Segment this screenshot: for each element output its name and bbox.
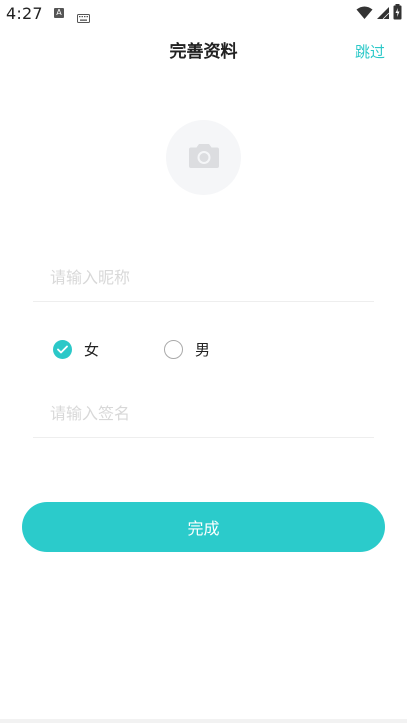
battery-icon	[393, 4, 402, 24]
signature-input[interactable]	[33, 389, 374, 437]
skip-button[interactable]: 跳过	[355, 41, 385, 63]
gender-label-female: 女	[84, 340, 100, 359]
radio-checked-icon[interactable]	[53, 339, 72, 359]
gender-option-male[interactable]: 男	[164, 338, 210, 360]
wifi-icon	[356, 5, 373, 24]
status-icons	[356, 4, 402, 24]
submit-button[interactable]: 完成	[22, 502, 385, 552]
notification-a-icon: A	[54, 8, 64, 18]
page-title: 完善资料	[169, 42, 238, 62]
keyboard-icon	[77, 8, 90, 27]
status-bar: 4:27 A	[0, 0, 407, 28]
gender-option-female[interactable]: 女	[53, 338, 99, 360]
navigation-bar	[0, 719, 407, 723]
nickname-input[interactable]	[33, 253, 374, 301]
signature-field-container	[33, 389, 374, 438]
camera-icon	[188, 143, 220, 173]
avatar-upload-button[interactable]	[166, 120, 241, 195]
gender-label-male: 男	[195, 340, 211, 359]
signal-icon	[376, 5, 390, 24]
radio-unchecked-icon[interactable]	[164, 339, 183, 359]
status-time: 4:27	[6, 4, 43, 23]
nickname-field-container	[33, 253, 374, 302]
